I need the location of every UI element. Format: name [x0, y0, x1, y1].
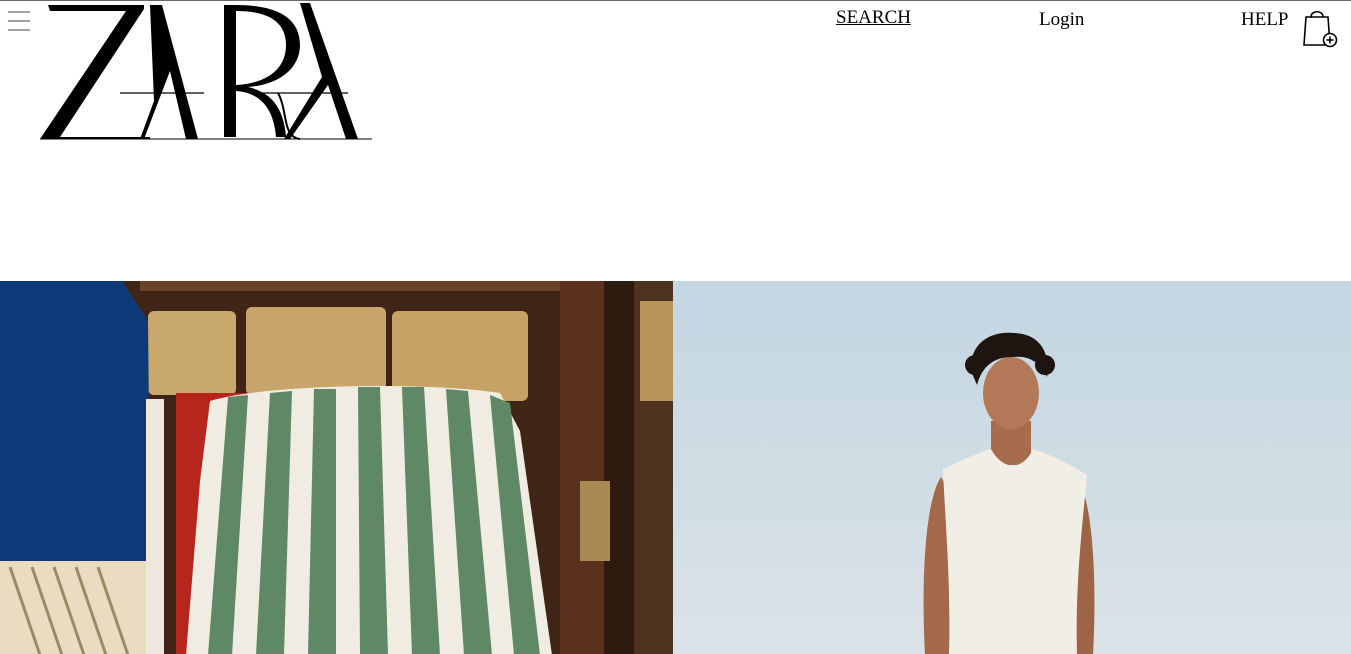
page: SEARCH Login HELP [0, 0, 1351, 654]
zara-logo[interactable] [38, 1, 374, 143]
shopping-bag-button[interactable] [1302, 7, 1340, 49]
hero-image-right[interactable] [673, 281, 1351, 654]
shopping-bag-icon [1303, 10, 1338, 48]
login-link[interactable]: Login [1039, 9, 1084, 31]
hamburger-icon [8, 11, 30, 31]
hamburger-menu-button[interactable] [6, 9, 32, 33]
hero-image-left[interactable] [0, 281, 673, 654]
hero-banner[interactable] [0, 281, 1351, 654]
search-link[interactable]: SEARCH [836, 7, 911, 29]
help-link[interactable]: HELP [1241, 9, 1289, 31]
